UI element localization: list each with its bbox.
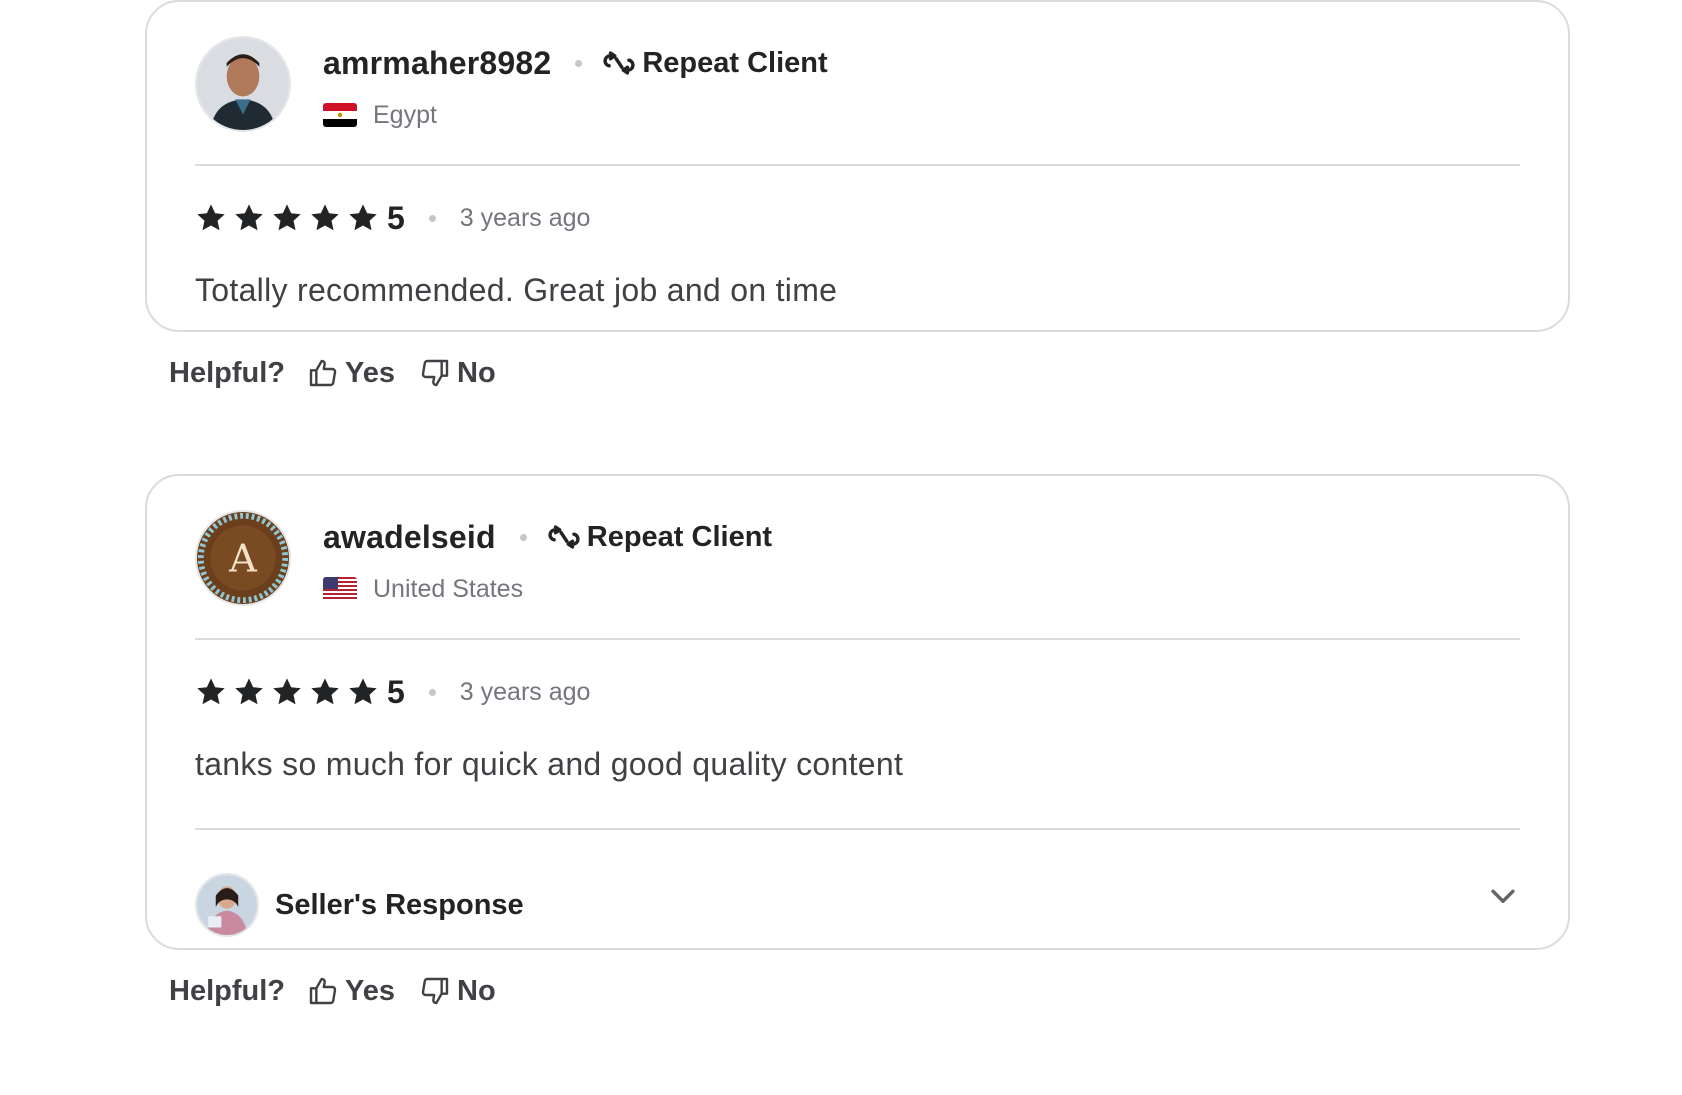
- separator-dot: [519, 533, 527, 541]
- egypt-flag-icon: [323, 103, 357, 127]
- repeat-client-badge: Repeat Client: [602, 46, 828, 80]
- thumbs-down-icon: [421, 359, 449, 387]
- chevron-down-icon[interactable]: [1486, 880, 1520, 914]
- user-avatar[interactable]: [195, 36, 291, 132]
- star-icon: [349, 678, 377, 705]
- repeat-client-label: Repeat Client: [642, 46, 828, 79]
- review-card: A awadelseid Repeat Client United States…: [145, 474, 1570, 950]
- repeat-icon: [548, 525, 580, 549]
- review-time: 3 years ago: [459, 203, 591, 232]
- user-avatar[interactable]: A: [195, 510, 291, 606]
- review-header: A awadelseid Repeat Client United States: [195, 506, 1520, 638]
- star-icon: [235, 204, 263, 231]
- helpful-label: Helpful?: [169, 356, 285, 389]
- us-flag-icon: [323, 577, 357, 601]
- review-item: amrmaher8982 Repeat Client Egypt 5 3 yea…: [145, 0, 1570, 414]
- star-icon: [273, 678, 301, 705]
- rating-value: 5: [387, 199, 405, 236]
- review-card: amrmaher8982 Repeat Client Egypt 5 3 yea…: [145, 0, 1570, 332]
- repeat-client-badge: Repeat Client: [547, 520, 772, 554]
- separator-dot: [428, 688, 436, 696]
- rating-row: 5 3 years ago: [195, 640, 1520, 744]
- seller-response-label: Seller's Response: [275, 888, 524, 921]
- separator-dot: [428, 214, 436, 222]
- star-icon: [197, 678, 225, 705]
- helpful-no-button[interactable]: No: [419, 357, 496, 390]
- star-icon: [235, 678, 263, 705]
- thumbs-up-icon: [309, 359, 337, 387]
- star-rating: [195, 676, 385, 708]
- separator-dot: [575, 59, 583, 67]
- avatar-letter: A: [228, 536, 258, 581]
- repeat-client-label: Repeat Client: [586, 520, 773, 553]
- helpful-yes-button[interactable]: Yes: [307, 357, 395, 390]
- rating-value: 5: [387, 673, 405, 710]
- star-icon: [197, 204, 225, 231]
- country-name: United States: [373, 574, 524, 603]
- review-item: A awadelseid Repeat Client United States…: [145, 474, 1570, 1032]
- review-header: amrmaher8982 Repeat Client Egypt: [195, 32, 1520, 164]
- star-rating: [195, 202, 385, 234]
- star-icon: [311, 204, 339, 231]
- star-icon: [349, 204, 377, 231]
- review-text: tanks so much for quick and good quality…: [195, 746, 904, 782]
- review-text: Totally recommended. Great job and on ti…: [195, 272, 838, 308]
- rating-row: 5 3 years ago: [195, 166, 1520, 270]
- repeat-icon: [603, 51, 635, 75]
- yes-label: Yes: [345, 356, 395, 389]
- no-label: No: [457, 356, 496, 389]
- username[interactable]: awadelseid: [323, 519, 496, 556]
- review-time: 3 years ago: [459, 677, 591, 706]
- star-icon: [311, 678, 339, 705]
- star-icon: [273, 204, 301, 231]
- username[interactable]: amrmaher8982: [323, 45, 551, 82]
- seller-response-toggle[interactable]: Seller's Response: [195, 830, 1520, 980]
- country-name: Egypt: [373, 100, 437, 129]
- seller-avatar: [195, 873, 259, 937]
